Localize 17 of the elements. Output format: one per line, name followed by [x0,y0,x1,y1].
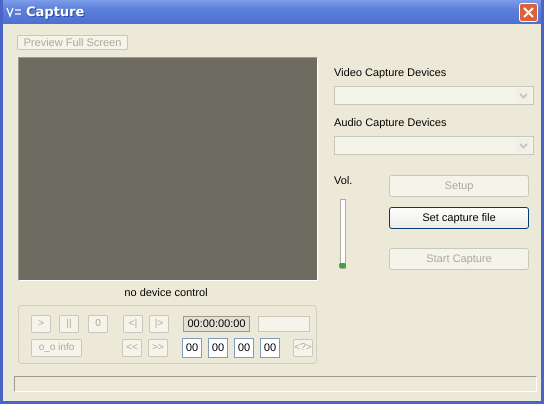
device-control-status: no device control [124,287,208,299]
status-field [258,316,310,332]
combo-label: Audio Capture Devices [334,117,448,131]
time-field[interactable]: 00 [182,338,202,358]
combo-label: Video Capture Devices [334,67,448,81]
volume-label: Vol. [334,175,354,187]
timecode-display: 00:00:00:00 [183,316,250,332]
action-button[interactable]: Set capture file [389,207,529,229]
close-button[interactable] [519,2,538,22]
time-field[interactable]: 00 [208,338,228,358]
volume-slider[interactable] [340,199,346,269]
time-field[interactable]: 00 [234,338,254,358]
time-field[interactable]: 00 [260,338,280,358]
close-icon [523,6,534,18]
slider-thumb[interactable] [339,263,346,268]
window-title: Capture [26,4,84,20]
app-icon [6,6,22,18]
